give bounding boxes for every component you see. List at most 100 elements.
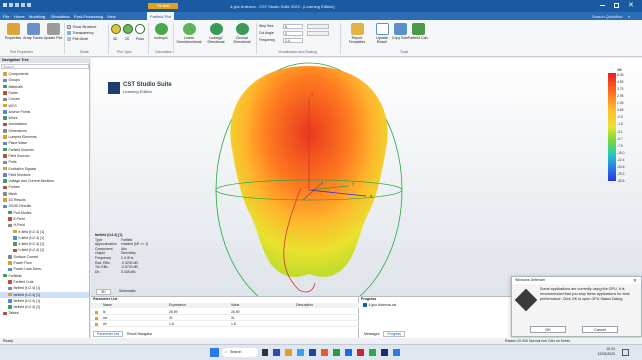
undo-icon[interactable]: [15, 3, 19, 7]
app-icon-1[interactable]: [273, 349, 280, 356]
tree-item[interactable]: Excitation Signals: [0, 166, 36, 172]
tree-item[interactable]: WCS: [0, 103, 17, 109]
isotropic-button[interactable]: Isotropic: [150, 23, 172, 49]
taskbar-search[interactable]: ⌕ Search: [222, 348, 258, 357]
app-icon-8[interactable]: [357, 349, 364, 356]
table-row[interactable]: wf 1.8 1.8: [91, 321, 359, 327]
linear-omni-button[interactable]: Linear Omnidirectional: [176, 23, 202, 49]
app-icon-7[interactable]: [345, 349, 352, 356]
farfield-calc-button[interactable]: Farfield Calc: [407, 23, 429, 49]
windows-start-icon[interactable]: [210, 348, 219, 357]
ok-button[interactable]: OK: [530, 326, 566, 333]
tree-item[interactable]: farfield (f=2.4) [1]: [0, 285, 40, 291]
tree-item[interactable]: h-field (f=2.4) [1]: [0, 247, 44, 253]
tree-item[interactable]: Voltage and Current Monitors: [0, 178, 54, 184]
app-icon-10[interactable]: [381, 349, 388, 356]
search-quickfind[interactable]: Search Quickfind: [592, 14, 622, 19]
plot-mode-option[interactable]: Plot Mode: [67, 36, 107, 42]
tree-item[interactable]: Ports: [0, 159, 17, 165]
tab-file[interactable]: File: [3, 14, 9, 19]
properties-button[interactable]: Properties: [2, 23, 24, 49]
tab-parameter-list[interactable]: Parameter List: [93, 331, 124, 337]
tree-item[interactable]: Plane Wave: [0, 140, 27, 146]
tree-item[interactable]: Power Loss Dens.: [0, 266, 42, 272]
task-view-icon[interactable]: [262, 349, 268, 356]
tree-item[interactable]: Field Monitors: [0, 172, 30, 178]
tree-item[interactable]: farfield (f=2.4) [1]: [0, 298, 40, 304]
tab-messages[interactable]: Messages: [361, 332, 382, 336]
app-icon-2[interactable]: [285, 349, 292, 356]
tab-modeling[interactable]: Modeling: [29, 14, 45, 19]
tree-item[interactable]: farfield (f=2.4) [1]: [0, 291, 89, 298]
tree-item[interactable]: Farfield Cuts: [0, 279, 33, 285]
tree-item[interactable]: e-field (f=2.4) [1]: [0, 241, 44, 247]
cut-angle-field[interactable]: 0: [283, 30, 303, 36]
tree-item[interactable]: Power Flow: [0, 260, 32, 266]
tree-item[interactable]: Wires: [0, 115, 17, 121]
app-icon-4[interactable]: [309, 349, 316, 356]
system-clock[interactable]: 10:24 12/05/2023: [585, 347, 615, 359]
tree-item[interactable]: farfield (f=2.4) [1]: [0, 304, 40, 310]
search-icon[interactable]: ⌕: [628, 14, 630, 19]
tree-item[interactable]: H-Field: [0, 222, 25, 228]
frequency-field[interactable]: 2.4: [283, 37, 303, 43]
tree-search-input[interactable]: Search: [1, 64, 89, 69]
tree-item[interactable]: Farfield Sources: [0, 147, 34, 153]
tab-post-processing[interactable]: Post-Processing: [74, 14, 103, 19]
tree-item[interactable]: Dimensions: [0, 128, 27, 134]
tree-item[interactable]: Faces: [0, 90, 18, 96]
component-dropdown[interactable]: [307, 30, 329, 36]
3d-view[interactable]: CST Studio Suite Learning Edition x y z …: [91, 58, 642, 296]
tree-item[interactable]: Tables: [0, 310, 19, 316]
plot-3d-button[interactable]: [111, 24, 121, 34]
app-icon-5[interactable]: [321, 349, 328, 356]
tree-item[interactable]: Farfields: [0, 273, 22, 279]
cst-app-icon[interactable]: [393, 349, 400, 356]
tree-item[interactable]: 2D/3D Results: [0, 203, 31, 209]
circular-directional-button[interactable]: Circular Directional: [230, 23, 254, 49]
tree-item[interactable]: e-field (f=2.4) [1]: [0, 229, 44, 235]
app-icon-3[interactable]: [297, 349, 304, 356]
tab-progress[interactable]: Progress: [383, 331, 405, 337]
tree-item[interactable]: Port Modes: [0, 210, 31, 216]
tree-item[interactable]: Annotations: [0, 121, 27, 127]
tab-schematic[interactable]: Schematic: [115, 289, 140, 293]
tree-item[interactable]: 1D Results: [0, 197, 26, 203]
tree-item[interactable]: h-field (f=2.4) [1]: [0, 235, 44, 241]
restore-icon[interactable]: [614, 3, 619, 8]
tree-item[interactable]: Materials: [0, 84, 23, 90]
tree-item[interactable]: Groups: [0, 77, 20, 83]
variable-dropdown[interactable]: [307, 23, 329, 29]
minimize-icon[interactable]: [600, 5, 605, 6]
tab-simulation[interactable]: Simulation: [51, 14, 70, 19]
plot-2d-button[interactable]: [123, 24, 133, 34]
ludwig-directional-button[interactable]: Ludwig2 Directional: [204, 23, 228, 49]
close-icon[interactable]: ✕: [633, 278, 637, 284]
tree-item[interactable]: Surface Current: [0, 254, 38, 260]
report-templates-button[interactable]: Report Templates: [345, 23, 369, 49]
close-icon[interactable]: ✕: [628, 1, 634, 9]
tree-item[interactable]: Lumped Elements: [0, 134, 37, 140]
array-factor-button[interactable]: Array Factor: [22, 23, 44, 49]
step-size-field[interactable]: 5: [283, 23, 303, 29]
dropdown-icon[interactable]: [27, 3, 31, 7]
tree-item[interactable]: E-Field: [0, 216, 25, 222]
tree-item[interactable]: Mesh: [0, 191, 17, 197]
tree-item[interactable]: Probes: [0, 184, 20, 190]
tree-item[interactable]: Field Sources: [0, 153, 30, 159]
app-icon-6[interactable]: [333, 349, 340, 356]
redo-icon[interactable]: [21, 3, 25, 7]
tab-3d[interactable]: 3D: [96, 289, 111, 295]
tree-item[interactable]: Components: [0, 71, 28, 77]
save-icon[interactable]: [9, 3, 13, 7]
app-icon-9[interactable]: [369, 349, 376, 356]
cancel-button[interactable]: Cancel: [582, 326, 618, 333]
tab-view[interactable]: View: [107, 14, 116, 19]
update-plot-button[interactable]: Update Plot: [42, 23, 64, 49]
tree-item[interactable]: Anchor Points: [0, 109, 30, 115]
plot-polar-button[interactable]: [135, 24, 145, 34]
tab-result-navigator[interactable]: Result Navigator: [124, 332, 155, 336]
tab-farfield-plot[interactable]: Farfield Plot: [147, 12, 175, 20]
tab-home[interactable]: Home: [14, 14, 25, 19]
notifications-icon[interactable]: [622, 349, 629, 356]
